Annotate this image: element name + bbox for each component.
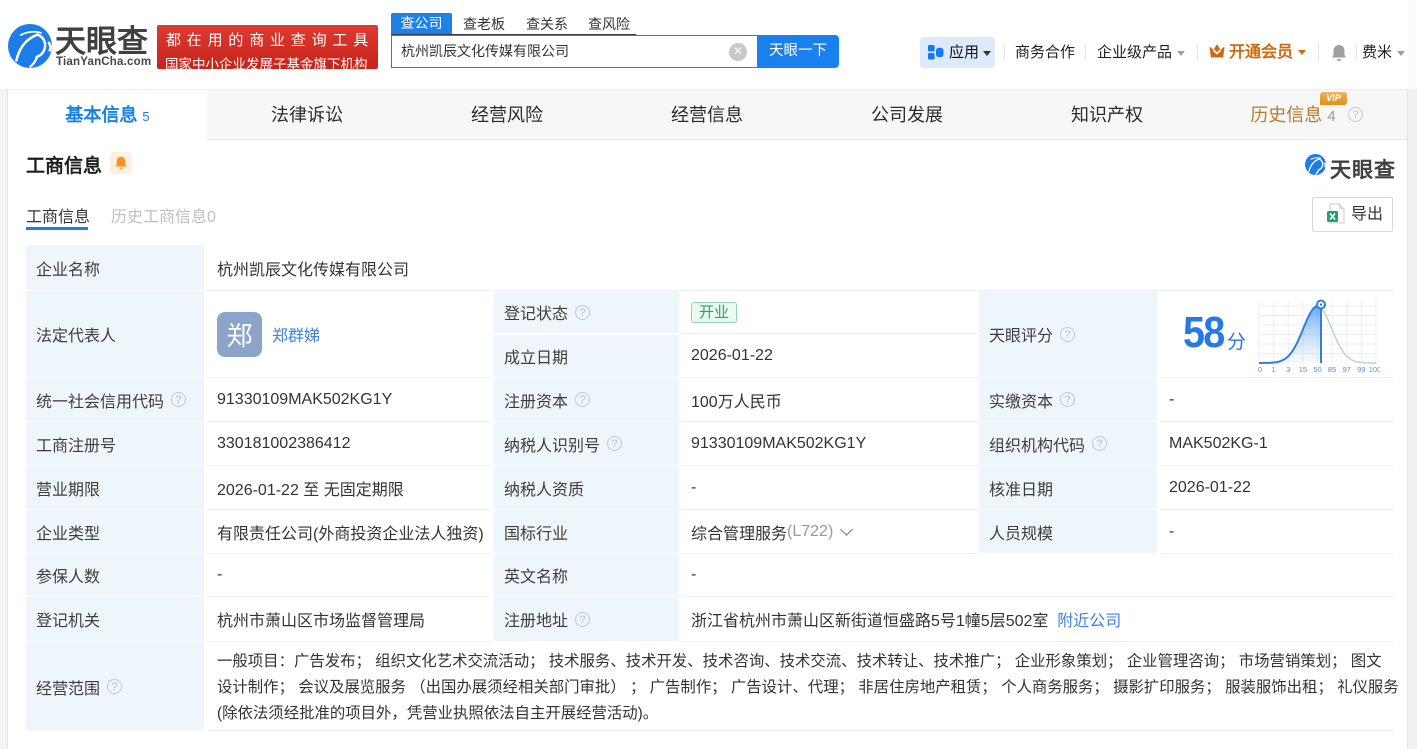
svg-text:50: 50: [1313, 365, 1321, 374]
svg-text:15: 15: [1299, 365, 1307, 374]
svg-text:97: 97: [1343, 365, 1351, 374]
svg-text:0: 0: [1258, 365, 1262, 374]
svg-text:1: 1: [1272, 365, 1276, 374]
svg-text:99: 99: [1357, 365, 1365, 374]
svg-text:85: 85: [1328, 365, 1336, 374]
svg-text:3: 3: [1286, 365, 1290, 374]
svg-text:100: 100: [1369, 365, 1380, 374]
